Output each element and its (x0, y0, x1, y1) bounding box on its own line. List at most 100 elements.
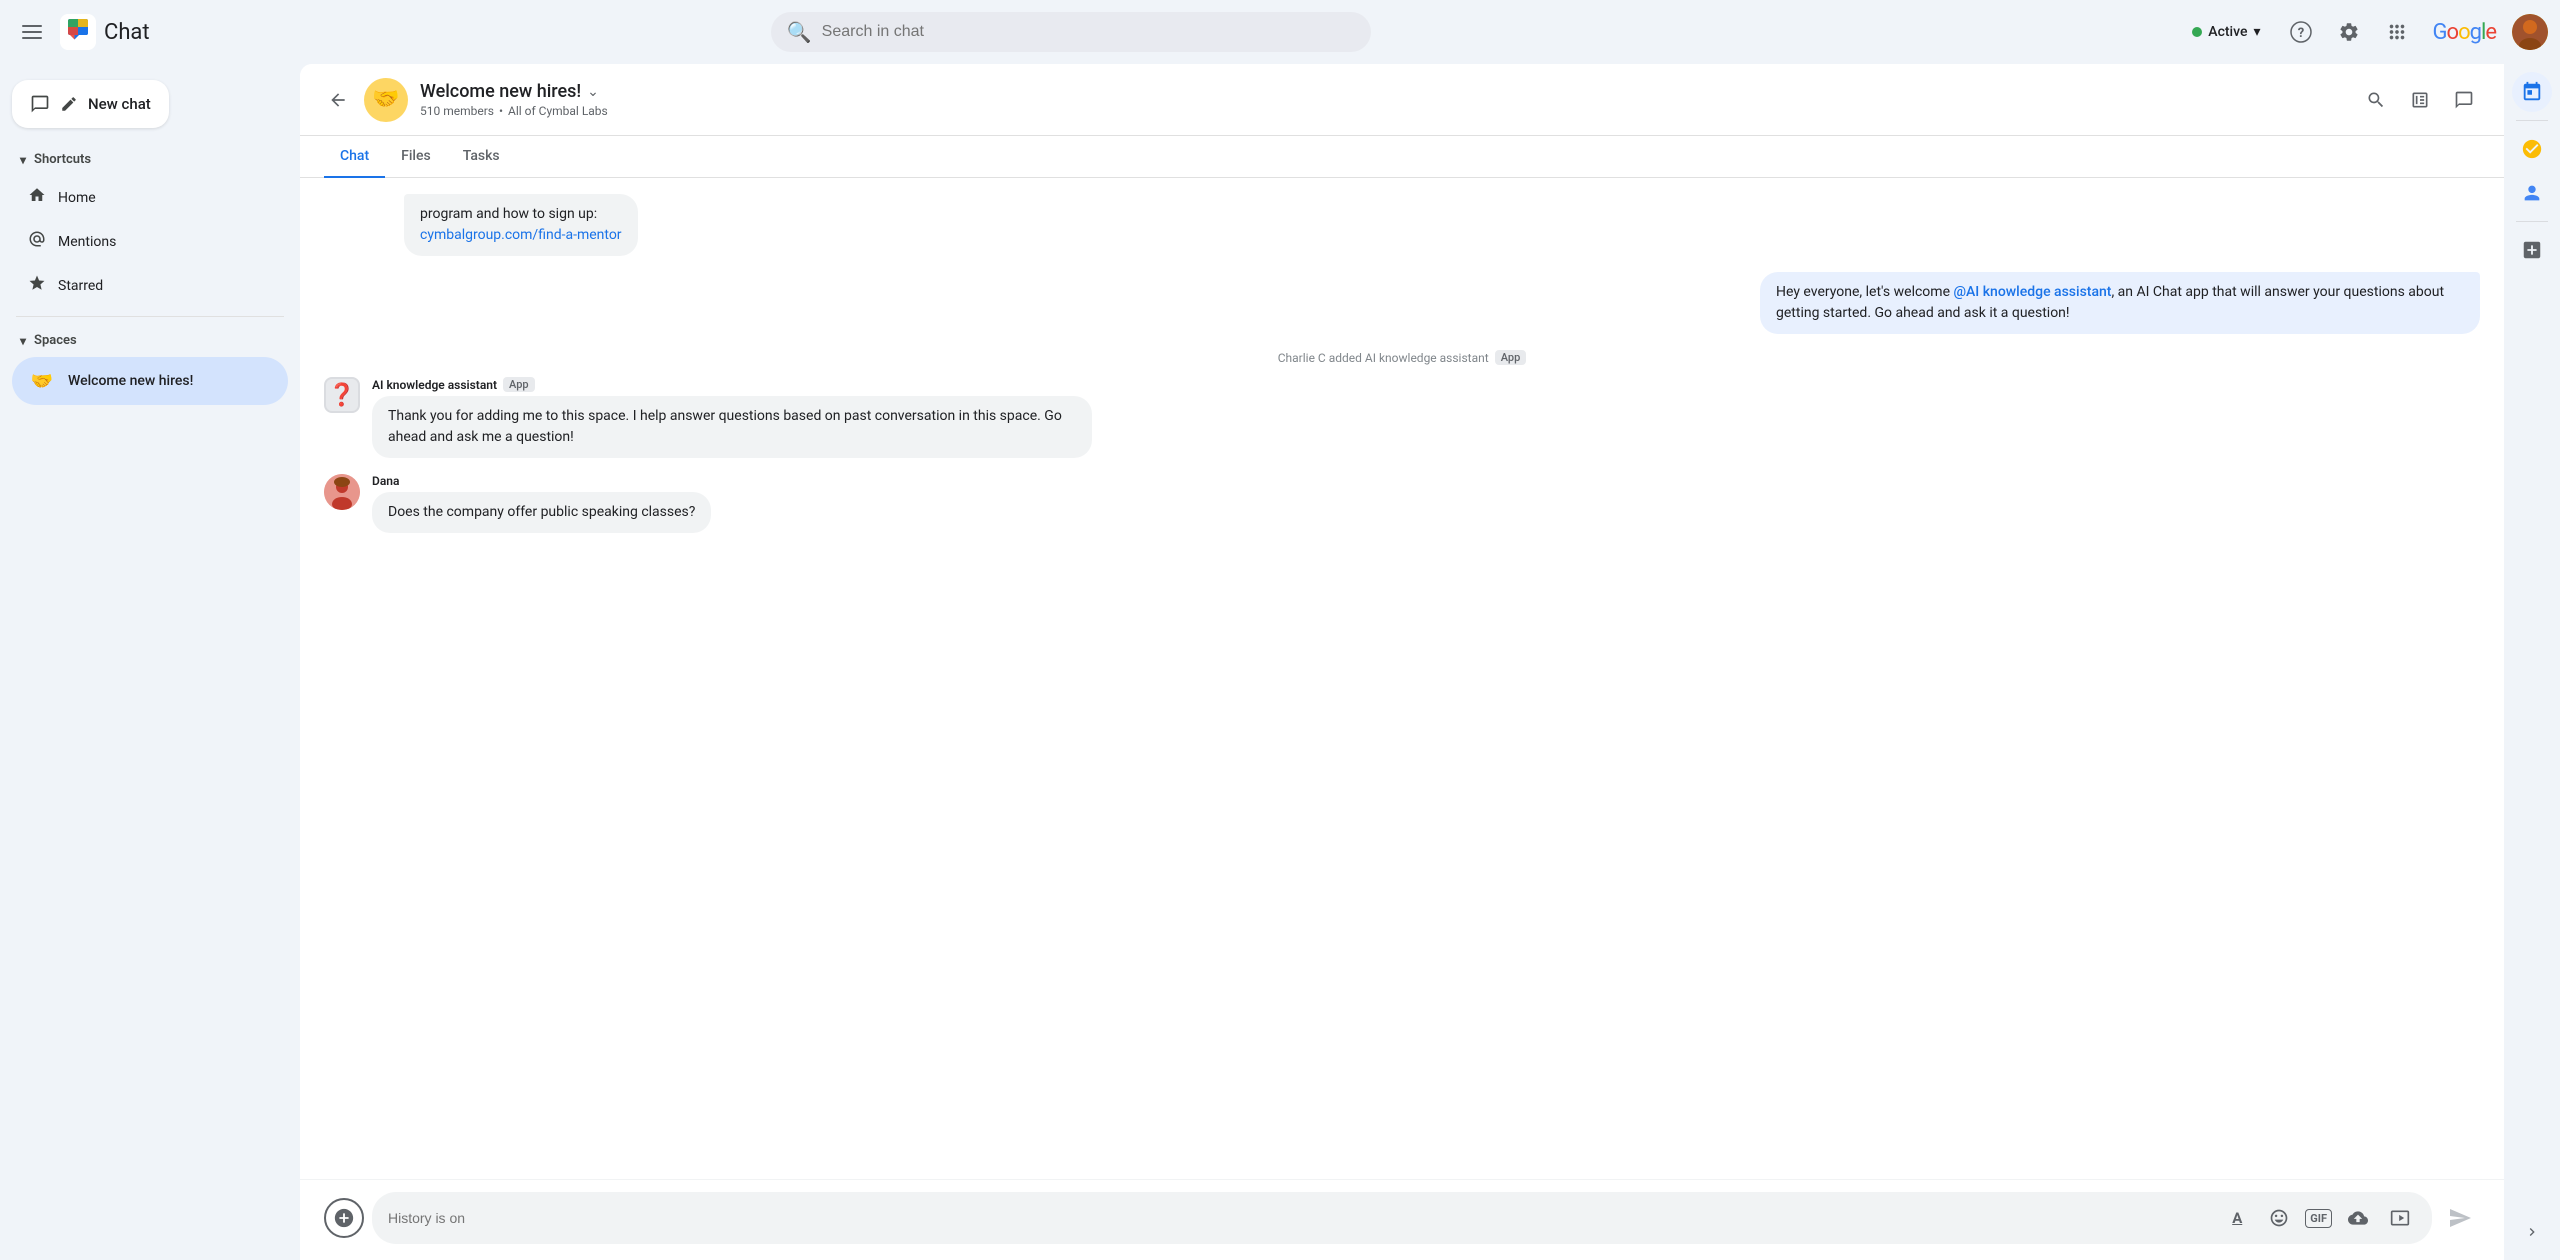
chat-title[interactable]: Welcome new hires! ⌄ (420, 81, 2356, 102)
sidebar: New chat ▾ Shortcuts Home Mentions (0, 64, 300, 1260)
tab-files[interactable]: Files (385, 136, 447, 178)
status-chevron: ▾ (2253, 24, 2260, 40)
header-search-button[interactable] (2356, 80, 2396, 120)
bot-avatar: ❓ (324, 377, 360, 413)
sidebar-item-starred[interactable]: Starred (12, 264, 288, 307)
active-status-button[interactable]: Active ▾ (2180, 18, 2272, 46)
hamburger-menu-button[interactable] (12, 12, 52, 52)
tasks-app-button[interactable] (2512, 129, 2552, 169)
messages-area: program and how to sign up: cymbalgroup.… (300, 178, 2504, 1179)
spaces-chevron: ▾ (20, 334, 26, 348)
chat-title-chevron: ⌄ (587, 84, 599, 100)
tab-chat[interactable]: Chat (324, 136, 385, 178)
bot-message-bubble: Thank you for adding me to this space. I… (372, 396, 1092, 458)
send-button[interactable] (2440, 1198, 2480, 1238)
search-container: 🔍 (711, 12, 1431, 52)
space-emoji: 🤝 (28, 367, 56, 395)
own-message-bubble: Hey everyone, let's welcome @AI knowledg… (1760, 272, 2480, 334)
new-chat-button[interactable]: New chat (12, 80, 169, 128)
header-threads-button[interactable] (2444, 80, 2484, 120)
upload-button[interactable] (2342, 1202, 2374, 1234)
starred-label: Starred (58, 278, 103, 294)
mentions-label: Mentions (58, 234, 116, 250)
status-label: Active (2208, 24, 2247, 40)
sidebar-item-welcome-space[interactable]: 🤝 Welcome new hires! (12, 357, 288, 405)
main-layout: New chat ▾ Shortcuts Home Mentions (0, 64, 2560, 1260)
shortcuts-header[interactable]: ▾ Shortcuts (8, 144, 292, 175)
top-bar-right: Active ▾ ? Google (2180, 12, 2548, 52)
status-dot (2192, 27, 2202, 37)
gif-button[interactable]: GIF (2305, 1209, 2332, 1228)
add-app-button[interactable] (2512, 230, 2552, 270)
tab-tasks[interactable]: Tasks (447, 136, 516, 178)
message-row-right: Hey everyone, let's welcome @AI knowledg… (324, 272, 2480, 334)
chat-logo-icon (60, 14, 96, 50)
edit-icon (60, 95, 78, 113)
top-bar: Chat 🔍 Active ▾ ? (0, 0, 2560, 64)
ai-mention: @AI knowledge assistant (1953, 284, 2111, 300)
system-message-text: Charlie C added AI knowledge assistant (1278, 351, 1489, 365)
spaces-section: ▾ Spaces 🤝 Welcome new hires! (0, 325, 300, 406)
message-input[interactable] (388, 1210, 2211, 1226)
back-button[interactable] (320, 82, 356, 118)
contacts-app-button[interactable] (2512, 173, 2552, 213)
chat-header-info: Welcome new hires! ⌄ 510 members • All o… (420, 81, 2356, 118)
sidebar-item-mentions[interactable]: Mentions (12, 220, 288, 263)
user-avatar[interactable] (2512, 14, 2548, 50)
home-label: Home (58, 190, 96, 206)
message-row: program and how to sign up: cymbalgroup.… (324, 194, 2480, 256)
space-header-avatar: 🤝 (364, 78, 408, 122)
app-badge: App (1495, 350, 1527, 365)
spaces-header[interactable]: ▾ Spaces (8, 325, 292, 356)
new-chat-icon (30, 94, 50, 114)
home-icon (28, 186, 46, 209)
chat-title-text: Welcome new hires! (420, 81, 581, 102)
emoji-button[interactable] (2263, 1202, 2295, 1234)
message-content: program and how to sign up: cymbalgroup.… (404, 194, 638, 256)
search-bar[interactable]: 🔍 (771, 12, 1371, 52)
bot-message-row: ❓ AI knowledge assistant App Thank you f… (324, 377, 2480, 458)
space-name: Welcome new hires! (68, 373, 193, 389)
settings-button[interactable] (2329, 12, 2369, 52)
dana-name: Dana (372, 474, 399, 488)
chat-tabs: Chat Files Tasks (300, 136, 2504, 178)
search-icon: 🔍 (787, 20, 812, 44)
format-text-button[interactable]: A (2221, 1202, 2253, 1234)
right-sidebar (2504, 64, 2560, 1260)
new-chat-label: New chat (88, 95, 151, 113)
message-bubble: program and how to sign up: cymbalgroup.… (404, 194, 638, 256)
input-area: A GIF (300, 1179, 2504, 1260)
add-attachment-button[interactable] (324, 1198, 364, 1238)
calendar-app-button[interactable] (2512, 72, 2552, 112)
mentions-icon (28, 230, 46, 253)
google-logo: Google (2433, 20, 2496, 45)
dana-message-content: Dana Does the company offer public speak… (372, 474, 711, 533)
bot-message-content: AI knowledge assistant App Thank you for… (372, 377, 1092, 458)
top-bar-left: Chat (12, 12, 332, 52)
apps-button[interactable] (2377, 12, 2417, 52)
header-actions (2356, 80, 2484, 120)
system-message: Charlie C added AI knowledge assistant A… (324, 350, 2480, 365)
bot-app-badge: App (503, 377, 535, 392)
chat-subtitle: 510 members • All of Cymbal Labs (420, 104, 2356, 118)
shortcuts-section: ▾ Shortcuts Home Mentions Starred (0, 144, 300, 308)
search-input[interactable] (822, 23, 1355, 41)
chat-header: 🤝 Welcome new hires! ⌄ 510 members • All… (300, 64, 2504, 136)
help-button[interactable]: ? (2281, 12, 2321, 52)
collapse-button[interactable] (2516, 1220, 2548, 1244)
svg-text:?: ? (2297, 26, 2303, 41)
header-panel-button[interactable] (2400, 80, 2440, 120)
content-area: 🤝 Welcome new hires! ⌄ 510 members • All… (300, 64, 2504, 1260)
app-title: Chat (104, 20, 150, 45)
message-input-box: A GIF (372, 1192, 2432, 1244)
spaces-label: Spaces (34, 333, 77, 348)
input-row: A GIF (324, 1192, 2480, 1244)
starred-icon (28, 274, 46, 297)
own-message-content: Hey everyone, let's welcome @AI knowledg… (1760, 272, 2480, 334)
dana-message-bubble: Does the company offer public speaking c… (372, 492, 711, 533)
mentor-link[interactable]: cymbalgroup.com/find-a-mentor (420, 227, 622, 243)
shortcuts-label: Shortcuts (34, 152, 91, 167)
video-button[interactable] (2384, 1202, 2416, 1234)
bot-name: AI knowledge assistant (372, 378, 497, 392)
sidebar-item-home[interactable]: Home (12, 176, 288, 219)
